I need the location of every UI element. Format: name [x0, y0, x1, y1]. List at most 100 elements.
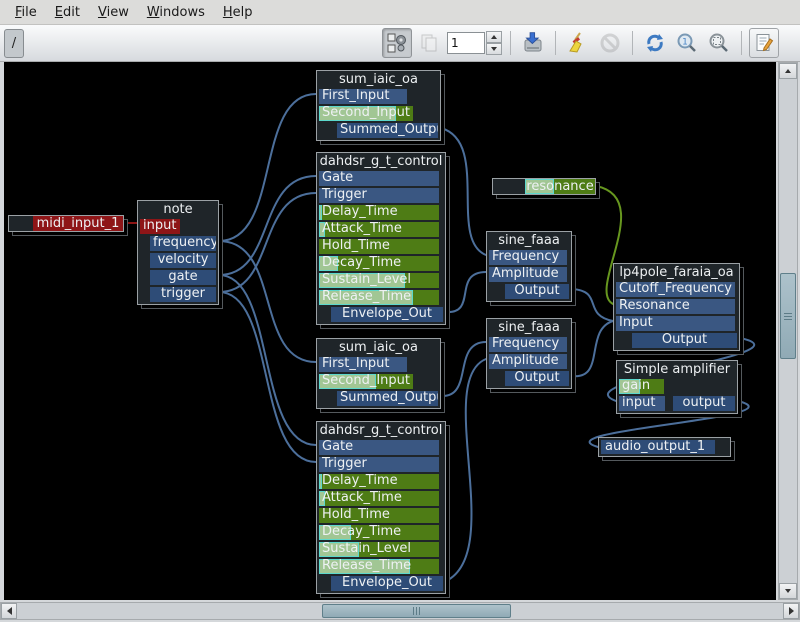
node-resonance[interactable]: resonance [492, 178, 596, 195]
port-trigger[interactable]: Trigger [319, 188, 439, 203]
wire-sine_faaa_2.Output-to-lp4pole_faraia_oa.Input[interactable] [572, 321, 613, 376]
port-label: Decay_Time [319, 256, 439, 270]
node-note[interactable]: noteinputfrequencyvelocitygatetrigger [137, 200, 219, 305]
wire-dahdsr_g_t_control_2.Envelope_Out-to-sine_faaa_2.Amplitude[interactable] [446, 359, 486, 581]
port-frequency[interactable]: Frequency [489, 250, 567, 265]
port-second_input[interactable]: Second_Input [319, 374, 413, 389]
io-row: resonance [493, 179, 595, 194]
spin-down-button[interactable] [486, 43, 502, 55]
menu-view[interactable]: View [89, 2, 138, 23]
port-gate[interactable]: gate [150, 270, 216, 285]
node-title: dahdsr_g_t_control [317, 153, 445, 169]
port-first_input[interactable]: First_Input [319, 89, 407, 104]
node-sum_iaic_oa_1[interactable]: sum_iaic_oaFirst_InputSecond_InputSummed… [316, 70, 441, 141]
menu-file[interactable]: File [6, 2, 46, 23]
port-decay_time[interactable]: Decay_Time [319, 256, 439, 271]
port-frequency[interactable]: frequency [150, 236, 216, 251]
scroll-left-button[interactable] [1, 603, 17, 619]
page-spinbox-input[interactable] [447, 32, 485, 54]
port-gate[interactable]: Gate [319, 171, 439, 186]
wire-dahdsr_g_t_control_1.Envelope_Out-to-sine_faaa_1.Amplitude[interactable] [446, 272, 486, 312]
port-envelope_out[interactable]: Envelope_Out [331, 307, 443, 322]
port-summed_output[interactable]: Summed_Output [337, 123, 438, 138]
wire-note.frequency-to-sum_iaic_oa_1.First_Input[interactable] [219, 94, 316, 241]
port-output[interactable]: Output [505, 371, 569, 386]
scroll-down-button[interactable] [779, 583, 797, 599]
io-row: midi_input_1 [9, 216, 123, 231]
port-release_time[interactable]: Release_Time [319, 290, 439, 305]
horizontal-scroll-thumb[interactable] [322, 604, 511, 618]
port-resonance[interactable]: Resonance [616, 299, 735, 314]
wire-note.frequency-to-sum_iaic_oa_2.First_Input[interactable] [219, 241, 316, 362]
patch-canvas[interactable]: midi_input_1noteinputfrequencyvelocityga… [4, 62, 776, 600]
port-delay_time[interactable]: Delay_Time [319, 474, 439, 489]
port-label: Release_Time [319, 559, 439, 573]
block-button[interactable] [595, 28, 625, 58]
port-hold_time[interactable]: Hold_Time [319, 508, 439, 523]
port-release_time[interactable]: Release_Time [319, 559, 439, 574]
port-decay_time[interactable]: Decay_Time [319, 525, 439, 540]
port-sustain_level[interactable]: Sustain_Level [319, 273, 439, 288]
port-envelope_out[interactable]: Envelope_Out [331, 576, 443, 591]
port-attack_time[interactable]: Attack_Time [319, 491, 439, 506]
menu-help[interactable]: Help [214, 2, 262, 23]
port-hold_time[interactable]: Hold_Time [319, 239, 439, 254]
node-lp4pole_faraia_oa[interactable]: lp4pole_faraia_oaCutoff_FrequencyResonan… [613, 263, 740, 351]
menu-edit[interactable]: Edit [46, 2, 89, 23]
edit-notes-button[interactable] [749, 28, 779, 58]
port-delay_time[interactable]: Delay_Time [319, 205, 439, 220]
port-first_input[interactable]: First_Input [319, 357, 407, 372]
port-cutoff_frequency[interactable]: Cutoff_Frequency [616, 282, 735, 297]
save-button[interactable] [518, 28, 548, 58]
port-audio_output_1[interactable]: audio_output_1 [601, 440, 715, 454]
port-amplitude[interactable]: Amplitude [489, 354, 567, 369]
port-trigger[interactable]: Trigger [319, 457, 439, 472]
wire-sum_iaic_oa_2.Summed_Output-to-sine_faaa_2.Frequency[interactable] [441, 342, 486, 396]
spin-up-button[interactable] [486, 31, 502, 43]
wire-sum_iaic_oa_1.Summed_Output-to-sine_faaa_1.Frequency[interactable] [441, 128, 486, 255]
port-label: resonance [525, 179, 595, 194]
scroll-up-button[interactable] [779, 63, 797, 79]
node-sine_faaa_2[interactable]: sine_faaaFrequencyAmplitudeOutput [486, 318, 572, 389]
refresh-button[interactable] [640, 28, 670, 58]
node-sum_iaic_oa_2[interactable]: sum_iaic_oaFirst_InputSecond_InputSummed… [316, 338, 441, 409]
node-midi_input_1[interactable]: midi_input_1 [8, 215, 124, 232]
port-attack_time[interactable]: Attack_Time [319, 222, 439, 237]
menu-windows[interactable]: Windows [138, 2, 214, 23]
port-amplitude[interactable]: Amplitude [489, 267, 567, 282]
node-sine_faaa_1[interactable]: sine_faaaFrequencyAmplitudeOutput [486, 231, 572, 302]
port-frequency[interactable]: Frequency [489, 337, 567, 352]
port-trigger[interactable]: trigger [150, 287, 216, 302]
port-input[interactable]: Input [616, 316, 735, 331]
port-midi_input_1[interactable]: midi_input_1 [33, 216, 123, 231]
current-path-button[interactable]: / [4, 29, 24, 58]
wire-note.trigger-to-dahdsr_g_t_control_2.Trigger[interactable] [219, 292, 316, 462]
port-velocity[interactable]: velocity [150, 253, 216, 268]
port-input[interactable]: input [140, 219, 180, 234]
port-output[interactable]: Output [505, 284, 569, 299]
wire-note.trigger-to-dahdsr_g_t_control_1.Trigger[interactable] [219, 193, 316, 292]
module-palette-button[interactable] [382, 28, 412, 58]
port-input[interactable]: input [619, 396, 665, 411]
scroll-right-button[interactable] [783, 603, 799, 619]
node-audio_output_1[interactable]: audio_output_1 [598, 437, 731, 457]
node-dahdsr_g_t_control_2[interactable]: dahdsr_g_t_controlGateTriggerDelay_TimeA… [316, 421, 446, 594]
port-output[interactable]: Output [632, 333, 737, 348]
horizontal-scrollbar[interactable] [0, 602, 800, 620]
vertical-scroll-thumb[interactable] [780, 273, 796, 359]
node-simple_amplifier[interactable]: Simple amplifiergaininputoutput [616, 360, 738, 414]
vertical-scrollbar[interactable] [778, 62, 798, 600]
port-gain[interactable]: gain [619, 379, 664, 394]
port-summed_output[interactable]: Summed_Output [337, 391, 438, 406]
wire-note.gate-to-dahdsr_g_t_control_1.Gate[interactable] [219, 176, 316, 275]
zoom-fit-button[interactable] [704, 28, 734, 58]
node-dahdsr_g_t_control_1[interactable]: dahdsr_g_t_control Gate Trigger Delay_Time A… [316, 152, 446, 325]
port-sustain_level[interactable]: Sustain_Level [319, 542, 439, 557]
port-second_input[interactable]: Second_Input [319, 106, 413, 121]
zoom-actual-button[interactable]: 1 [672, 28, 702, 58]
clean-button[interactable] [563, 28, 593, 58]
port-resonance[interactable]: resonance [525, 179, 595, 194]
port-output[interactable]: output [673, 396, 735, 411]
port-gate[interactable]: Gate [319, 440, 439, 455]
copy-button[interactable] [414, 28, 444, 58]
